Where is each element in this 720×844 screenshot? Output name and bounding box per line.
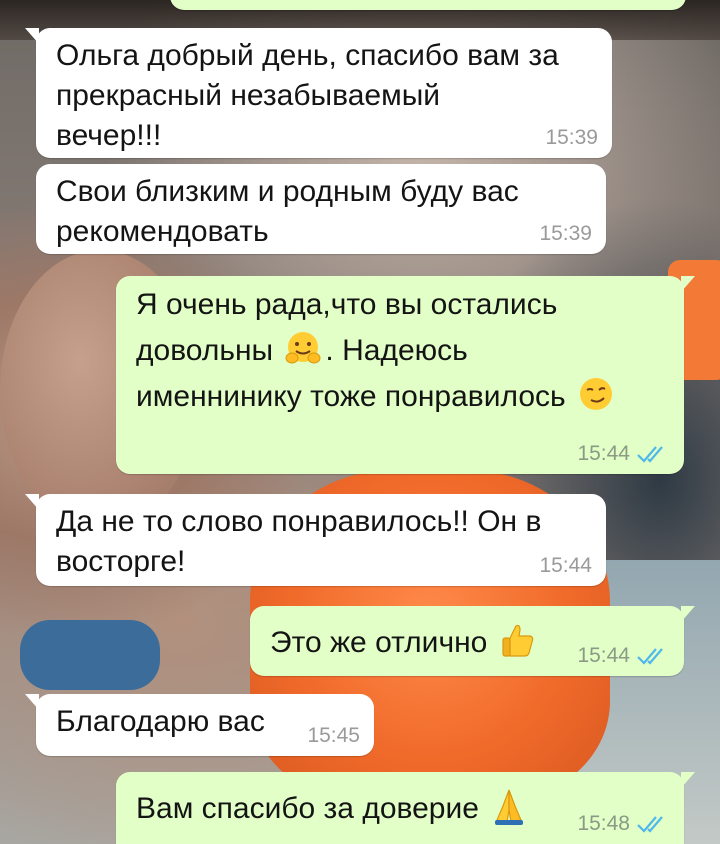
incoming-message-bubble[interactable]: Свои близким и родным буду вас рекомендо… bbox=[36, 164, 606, 254]
message-time: 15:45 bbox=[307, 724, 360, 747]
incoming-message-bubble[interactable]: Благодарю вас 15:45 bbox=[25, 694, 374, 756]
message-meta: 15:39 bbox=[545, 126, 598, 150]
outgoing-message-bubble[interactable]: Я очень рада,что вы остались довольны . … bbox=[116, 276, 695, 474]
read-receipt-icon bbox=[637, 816, 663, 833]
bubble-tail bbox=[681, 276, 695, 292]
message-time: 15:44 bbox=[539, 554, 592, 577]
bubble-tail bbox=[25, 694, 39, 710]
message-time: 15:39 bbox=[545, 126, 598, 149]
message-text: Ольга добрый день, спасибо вам за прекра… bbox=[56, 39, 559, 152]
message-meta: 15:39 bbox=[539, 222, 592, 246]
message-text: Да не то слово понравилось!! Он в востор… bbox=[56, 505, 542, 578]
bubble-tail bbox=[681, 772, 695, 788]
message-text: Я очень рада,что вы остались довольны . … bbox=[136, 282, 666, 420]
message-time: 15:44 bbox=[577, 644, 630, 667]
previous-message-bubble[interactable] bbox=[170, 0, 686, 10]
hugging-face-emoji bbox=[285, 332, 321, 364]
message-meta: 15:45 bbox=[307, 724, 360, 748]
message-meta: 15:44 bbox=[539, 554, 592, 578]
message-time: 15:48 bbox=[577, 812, 630, 835]
read-receipt-icon bbox=[637, 648, 663, 665]
message-time: 15:39 bbox=[539, 222, 592, 245]
message-text-part: Это же отлично bbox=[270, 626, 496, 659]
message-meta: 15:44 bbox=[577, 644, 670, 668]
message-meta: 15:44 bbox=[577, 442, 670, 466]
outgoing-message-bubble[interactable]: Вам спасибо за доверие 15:48 bbox=[116, 772, 695, 844]
read-receipt-icon bbox=[637, 446, 663, 463]
incoming-message-bubble[interactable]: Да не то слово понравилось!! Он в востор… bbox=[25, 494, 606, 586]
bubble-tail bbox=[681, 606, 695, 622]
outgoing-message-bubble[interactable]: Это же отлично 15:44 bbox=[250, 606, 695, 676]
message-list[interactable]: Ольга добрый день, спасибо вам за прекра… bbox=[0, 0, 720, 844]
smirking-face-emoji bbox=[579, 378, 612, 410]
message-text: Свои близким и родным буду вас рекомендо… bbox=[56, 175, 519, 248]
folded-hands-emoji bbox=[495, 789, 524, 825]
thumbs-up-emoji bbox=[502, 624, 533, 657]
incoming-message-bubble[interactable]: Ольга добрый день, спасибо вам за прекра… bbox=[25, 28, 612, 158]
bubble-tail bbox=[25, 494, 39, 510]
message-text-part: Вам спасибо за доверие bbox=[136, 792, 488, 825]
message-time: 15:44 bbox=[577, 442, 630, 465]
message-meta: 15:48 bbox=[577, 812, 670, 836]
bubble-tail bbox=[25, 28, 39, 44]
